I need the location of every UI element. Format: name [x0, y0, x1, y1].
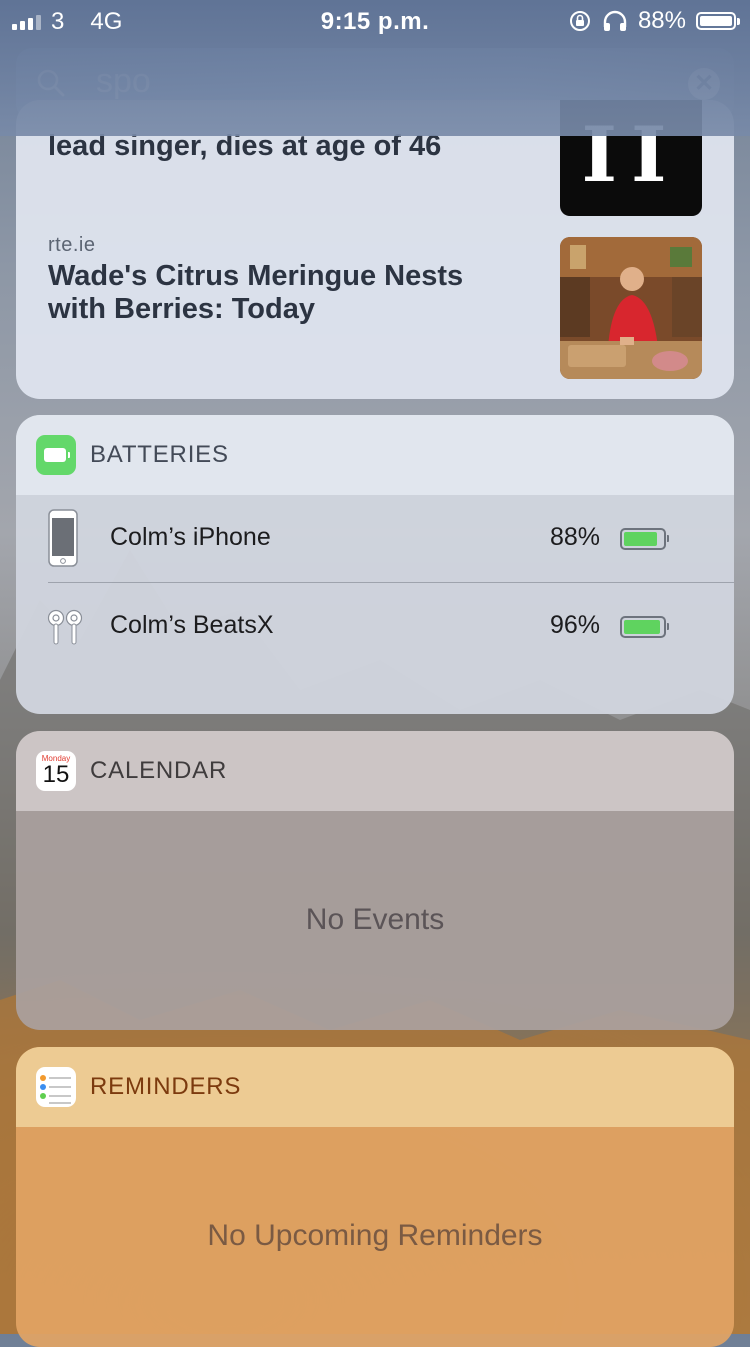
reminders-header[interactable]: REMINDERS: [16, 1047, 734, 1127]
device-percent: 96%: [549, 611, 600, 639]
news-results-card: lead singer, dies at age of 46 II rte.ie…: [16, 100, 734, 399]
orientation-lock-icon: [569, 11, 590, 31]
batteries-widget: BATTERIES Colm’s iPhone 88% Colm’s Beats…: [16, 415, 734, 714]
headphones-icon: [603, 10, 627, 31]
device-name: Colm’s BeatsX: [110, 611, 274, 639]
news-headline-2[interactable]: Wade's Citrus Meringue Nests with Berrie…: [48, 260, 518, 326]
calendar-title: CALENDAR: [90, 757, 228, 784]
batteries-title: BATTERIES: [90, 441, 229, 468]
calendar-widget: Monday 15 CALENDAR No Events: [16, 731, 734, 1030]
battery-meter-icon: [620, 616, 669, 638]
iphone-icon: [48, 509, 78, 567]
news-thumbnail-2[interactable]: [560, 237, 702, 379]
battery-icon: [696, 12, 740, 30]
battery-percent: 88%: [637, 7, 686, 34]
reminders-app-icon: [36, 1067, 76, 1107]
batteries-app-icon: [36, 435, 76, 475]
status-bar: 3 4G 9:15 p.m. 88%: [0, 0, 750, 44]
reminders-title: REMINDERS: [90, 1073, 242, 1100]
battery-meter-icon: [620, 528, 669, 550]
battery-row-iphone: Colm’s iPhone 88%: [16, 495, 734, 583]
news-source-2: rte.ie: [48, 234, 96, 256]
batteries-header[interactable]: BATTERIES: [16, 415, 734, 495]
device-name: Colm’s iPhone: [110, 523, 271, 551]
device-percent: 88%: [549, 523, 600, 551]
reminders-empty-message: No Upcoming Reminders: [207, 1219, 543, 1252]
calendar-icon-date: 15: [42, 761, 70, 788]
calendar-app-icon: Monday 15: [36, 751, 76, 791]
reminders-widget: REMINDERS No Upcoming Reminders: [16, 1047, 734, 1347]
calendar-header[interactable]: Monday 15 CALENDAR: [16, 731, 734, 811]
earbuds-icon: [47, 609, 83, 645]
calendar-empty-message: No Events: [305, 903, 445, 936]
battery-row-beatsx: Colm’s BeatsX 96%: [16, 583, 734, 671]
